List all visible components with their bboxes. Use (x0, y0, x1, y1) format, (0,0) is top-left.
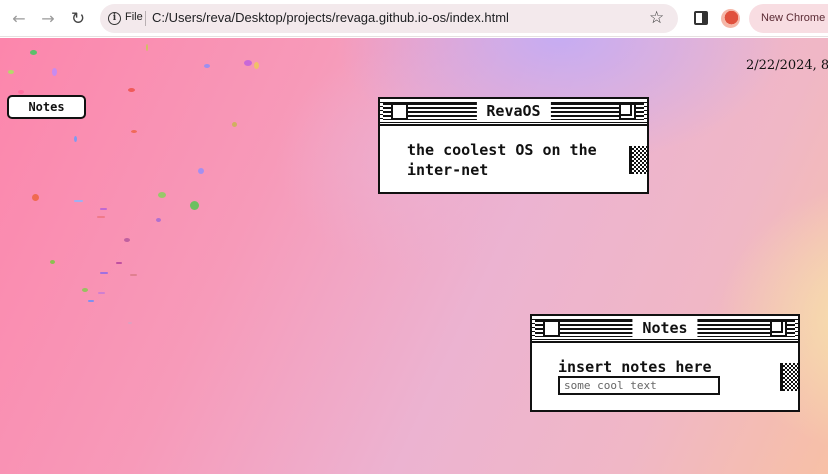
chip-divider (145, 11, 146, 26)
arrow-right-icon[interactable]: → (37, 8, 59, 30)
address-bar[interactable]: i File C:/Users/reva/Desktop/projects/re… (100, 4, 678, 33)
resize-grip-icon[interactable] (780, 363, 798, 391)
confetti-piece (116, 262, 122, 264)
star-icon[interactable]: ☆ (649, 8, 664, 28)
window-title: RevaOS (476, 101, 551, 122)
window-title: Notes (632, 318, 698, 339)
confetti-piece (18, 90, 24, 94)
confetti-piece (124, 238, 130, 242)
reload-icon[interactable]: ↻ (67, 8, 89, 30)
confetti-piece (100, 208, 107, 210)
confetti-piece (100, 272, 108, 274)
notes-window: Notes insert notes here (530, 314, 800, 412)
confetti-piece (88, 300, 94, 302)
revaos-body-text: the coolest OS on the inter-net (407, 141, 597, 179)
confetti-piece (74, 200, 83, 202)
confetti-piece (158, 192, 166, 198)
confetti-piece (156, 218, 161, 222)
revaos-window: RevaOS the coolest OS on the inter-net (378, 97, 649, 194)
confetti-piece (204, 64, 210, 68)
close-box-icon[interactable] (543, 320, 560, 337)
notes-heading: insert notes here (558, 358, 712, 376)
confetti-piece (32, 194, 39, 201)
confetti-piece (8, 70, 14, 74)
confetti-piece (82, 288, 88, 292)
zoom-box-icon[interactable] (619, 103, 636, 120)
confetti-piece (52, 68, 57, 76)
revaos-body: the coolest OS on the inter-net (380, 126, 647, 192)
confetti-piece (244, 60, 252, 66)
confetti-piece (131, 130, 137, 133)
new-chrome-button[interactable]: New Chrome av (749, 4, 828, 33)
clock: 2/22/2024, 8:28 (746, 58, 828, 73)
file-chip-label: File (125, 11, 143, 23)
notes-input[interactable] (558, 376, 720, 395)
confetti-piece (128, 88, 135, 92)
info-icon[interactable]: i (108, 12, 121, 25)
confetti-piece (50, 260, 55, 264)
confetti-piece (130, 274, 137, 276)
url-text[interactable]: C:/Users/reva/Desktop/projects/revaga.gi… (152, 10, 509, 25)
confetti-piece (30, 50, 37, 55)
confetti-piece (232, 122, 237, 127)
notes-body: insert notes here (532, 343, 798, 410)
confetti-piece (190, 201, 199, 210)
desktop: 2/22/2024, 8:28 Notes RevaOS the coolest… (0, 38, 828, 474)
arrow-left-icon[interactable]: ← (8, 8, 30, 30)
confetti-piece (98, 292, 105, 294)
confetti-piece (146, 44, 148, 51)
notes-titlebar[interactable]: Notes (532, 316, 798, 343)
zoom-box-icon[interactable] (770, 320, 787, 337)
confetti-piece (128, 322, 132, 324)
resize-grip-icon[interactable] (629, 146, 647, 174)
side-panel-icon[interactable] (694, 11, 708, 25)
browser-toolbar: ← → ↻ i File C:/Users/reva/Desktop/proje… (0, 0, 828, 37)
close-box-icon[interactable] (391, 103, 408, 120)
confetti-piece (74, 136, 77, 142)
revaos-titlebar[interactable]: RevaOS (380, 99, 647, 126)
confetti-piece (254, 62, 259, 69)
confetti-piece (198, 168, 204, 174)
notes-button[interactable]: Notes (7, 95, 86, 119)
confetti-piece (97, 216, 105, 218)
extension-icon[interactable] (721, 9, 740, 28)
